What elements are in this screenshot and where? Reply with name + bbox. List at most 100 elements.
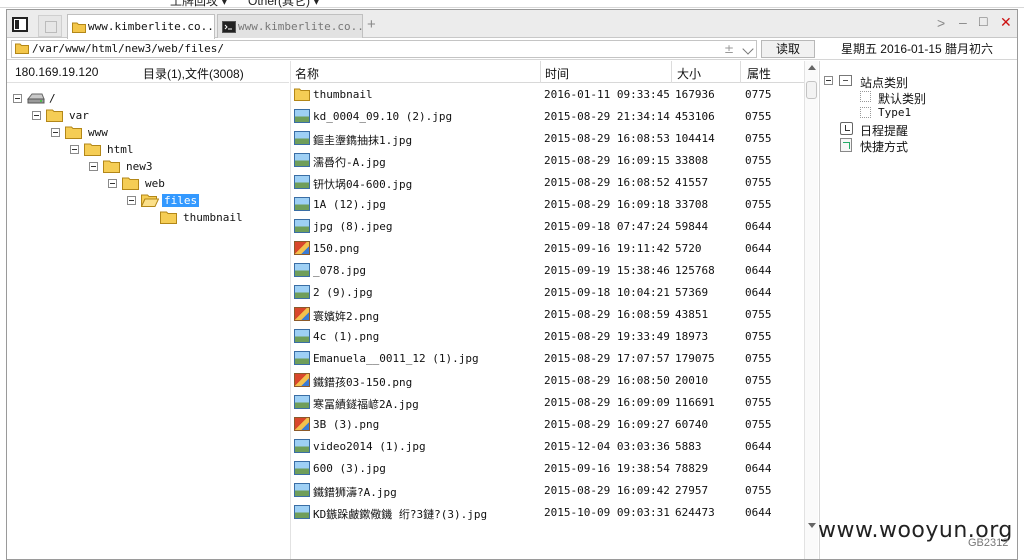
terminal-icon [222, 21, 236, 36]
collapse-icon[interactable] [32, 111, 41, 120]
file-attr: 0755 [745, 176, 772, 189]
shortcut-icon [840, 138, 852, 152]
png-file-icon [294, 307, 310, 321]
file-size: 5883 [675, 440, 702, 453]
file-time: 2015-09-16 19:11:42 [544, 242, 670, 255]
file-size: 59844 [675, 220, 709, 233]
image-file-icon [294, 109, 310, 123]
image-file-icon [294, 131, 310, 145]
tab-title: www.kimberlite.co... [88, 20, 215, 33]
image-file-icon [294, 153, 310, 167]
maximize-button[interactable]: □ [979, 13, 987, 29]
collapse-icon[interactable] [108, 179, 117, 188]
image-file-icon [294, 483, 310, 497]
file-time: 2016-01-11 09:33:45 [544, 88, 670, 101]
read-button[interactable]: 读取 [761, 40, 815, 58]
tab-files[interactable]: www.kimberlite.co... [67, 14, 215, 39]
column-header-attr[interactable]: 属性 [747, 65, 771, 83]
image-file-icon [294, 219, 310, 233]
file-time: 2015-08-29 16:09:09 [544, 396, 670, 409]
file-time: 2015-08-29 17:07:57 [544, 352, 670, 365]
path-input[interactable]: /var/www/html/new3/web/files/ ± [11, 40, 757, 58]
node-label: 默认类别 [878, 92, 927, 106]
table-row[interactable]: jpg (8).jpeg 2015-09-18 07:47:24 59844 0644 [291, 216, 804, 238]
plus-minus-icon[interactable]: ± [724, 41, 734, 57]
collapse-icon[interactable] [127, 196, 136, 205]
file-time: 2015-09-18 07:47:24 [544, 220, 670, 233]
column-divider[interactable] [540, 61, 541, 83]
tree-label: html [107, 143, 134, 156]
file-size: 20010 [675, 374, 709, 387]
table-row[interactable]: 钘忕埚04-600.jpg 2015-08-29 16:08:52 41557 075… [291, 172, 804, 194]
collapse-icon[interactable] [824, 76, 833, 85]
chevron-right-icon[interactable]: > [937, 15, 945, 31]
collapse-icon[interactable] [51, 128, 60, 137]
file-size: 179075 [675, 352, 715, 365]
collapse-icon[interactable] [13, 94, 22, 103]
file-name: 寒冨績鐩福嵃2A.jpg [313, 398, 419, 411]
clock-icon [840, 122, 853, 135]
table-row[interactable]: 150.png 2015-09-16 19:11:42 5720 0644 [291, 238, 804, 260]
table-row[interactable]: 寰嬪姩2.png 2015-08-29 16:08:59 43851 0755 [291, 304, 804, 326]
table-row[interactable]: 1A (12).jpg 2015-08-29 16:09:18 33708 0755 [291, 194, 804, 216]
table-row[interactable]: 鐵鐠狮濤?A.jpg 2015-08-29 16:09:42 27957 0755 [291, 480, 804, 502]
collapse-icon[interactable] [89, 162, 98, 171]
image-file-icon [294, 329, 310, 343]
file-attr: 0755 [745, 308, 772, 321]
table-row[interactable]: 4c (1).png 2015-08-29 19:33:49 18973 0755 [291, 326, 804, 348]
folder-icon [122, 176, 140, 193]
minimize-button[interactable]: – [959, 14, 967, 30]
table-row[interactable]: KD鏃跺皻鏉儆鐖 绗?3鏈?(3).jpg 2015-10-09 09:03:31… [291, 502, 804, 524]
file-attr: 0755 [745, 484, 772, 497]
table-row[interactable]: 寒冨績鐩福嵃2A.jpg 2015-08-29 16:09:09 116691 075… [291, 392, 804, 414]
chevron-down-icon[interactable] [742, 43, 754, 55]
column-divider[interactable] [740, 61, 741, 83]
list-scrollbar[interactable] [804, 61, 818, 559]
file-size: 41557 [675, 176, 709, 189]
file-name: 2 (9).jpg [313, 286, 373, 299]
file-size: 125768 [675, 264, 715, 277]
blank-tab-button[interactable] [38, 15, 62, 37]
panel-toggle-icon[interactable] [12, 17, 28, 32]
date-display: 星期五 2016-01-15 腊月初六 [840, 42, 994, 56]
file-attr: 0755 [745, 352, 772, 365]
folder-icon [46, 108, 64, 125]
image-file-icon [294, 461, 310, 475]
table-row[interactable]: 鏂圭塰鐫抽抹1.jpg 2015-08-29 16:08:53 104414 0755 [291, 128, 804, 150]
file-time: 2015-08-29 16:09:15 [544, 154, 670, 167]
tab-terminal[interactable]: www.kimberlite.co... [217, 14, 363, 38]
table-row[interactable]: _078.jpg 2015-09-19 15:38:46 125768 0644 [291, 260, 804, 282]
table-row[interactable]: 鐵鐠孩03-150.png 2015-08-29 16:08:50 20010 075… [291, 370, 804, 392]
image-file-icon [294, 263, 310, 277]
file-time: 2015-08-29 16:09:18 [544, 198, 670, 211]
item-icon [860, 91, 871, 102]
table-row[interactable]: kd_0004_09.10 (2).jpg 2015-08-29 21:34:14… [291, 106, 804, 128]
file-name: 3B (3).png [313, 418, 380, 431]
table-row[interactable]: thumbnail 2016-01-11 09:33:45 167936 0775 [291, 84, 804, 106]
file-time: 2015-10-09 09:03:31 [544, 506, 670, 519]
close-button[interactable]: ✕ [1000, 14, 1012, 31]
table-row[interactable]: Emanuela__0011_12 (1).jpg 2015-08-29 17:0… [291, 348, 804, 370]
column-header-size[interactable]: 大小 [677, 65, 701, 83]
file-name: 1A (12).jpg [313, 198, 386, 211]
item-counts: 目录(1),文件(3008) [143, 67, 244, 81]
scroll-up-icon[interactable] [808, 65, 816, 70]
add-tab-button[interactable]: + [367, 16, 376, 33]
table-row[interactable]: 600 (3).jpg 2015-09-16 19:38:54 78829 0644 [291, 458, 804, 480]
column-header-time[interactable]: 时间 [545, 65, 569, 83]
directory-tree: / var www html new3 web files thumbnail [7, 83, 289, 559]
scroll-thumb[interactable] [806, 81, 817, 99]
file-name: Emanuela__0011_12 (1).jpg [313, 352, 479, 365]
table-row[interactable]: video2014 (1).jpg 2015-12-04 03:03:36 5883… [291, 436, 804, 458]
column-header-name[interactable]: 名称 [295, 65, 319, 83]
table-row[interactable]: 濡噕彴-A.jpg 2015-08-29 16:09:15 33808 0755 [291, 150, 804, 172]
column-divider[interactable] [671, 61, 672, 83]
folder-icon [294, 87, 310, 101]
table-row[interactable]: 3B (3).png 2015-08-29 16:09:27 60740 0755 [291, 414, 804, 436]
file-attr: 0644 [745, 264, 772, 277]
file-name: kd_0004_09.10 (2).jpg [313, 110, 453, 123]
scroll-down-icon[interactable] [808, 523, 816, 528]
table-row[interactable]: 2 (9).jpg 2015-09-18 10:04:21 57369 0644 [291, 282, 804, 304]
collapse-icon[interactable] [70, 145, 79, 154]
file-size: 57369 [675, 286, 709, 299]
